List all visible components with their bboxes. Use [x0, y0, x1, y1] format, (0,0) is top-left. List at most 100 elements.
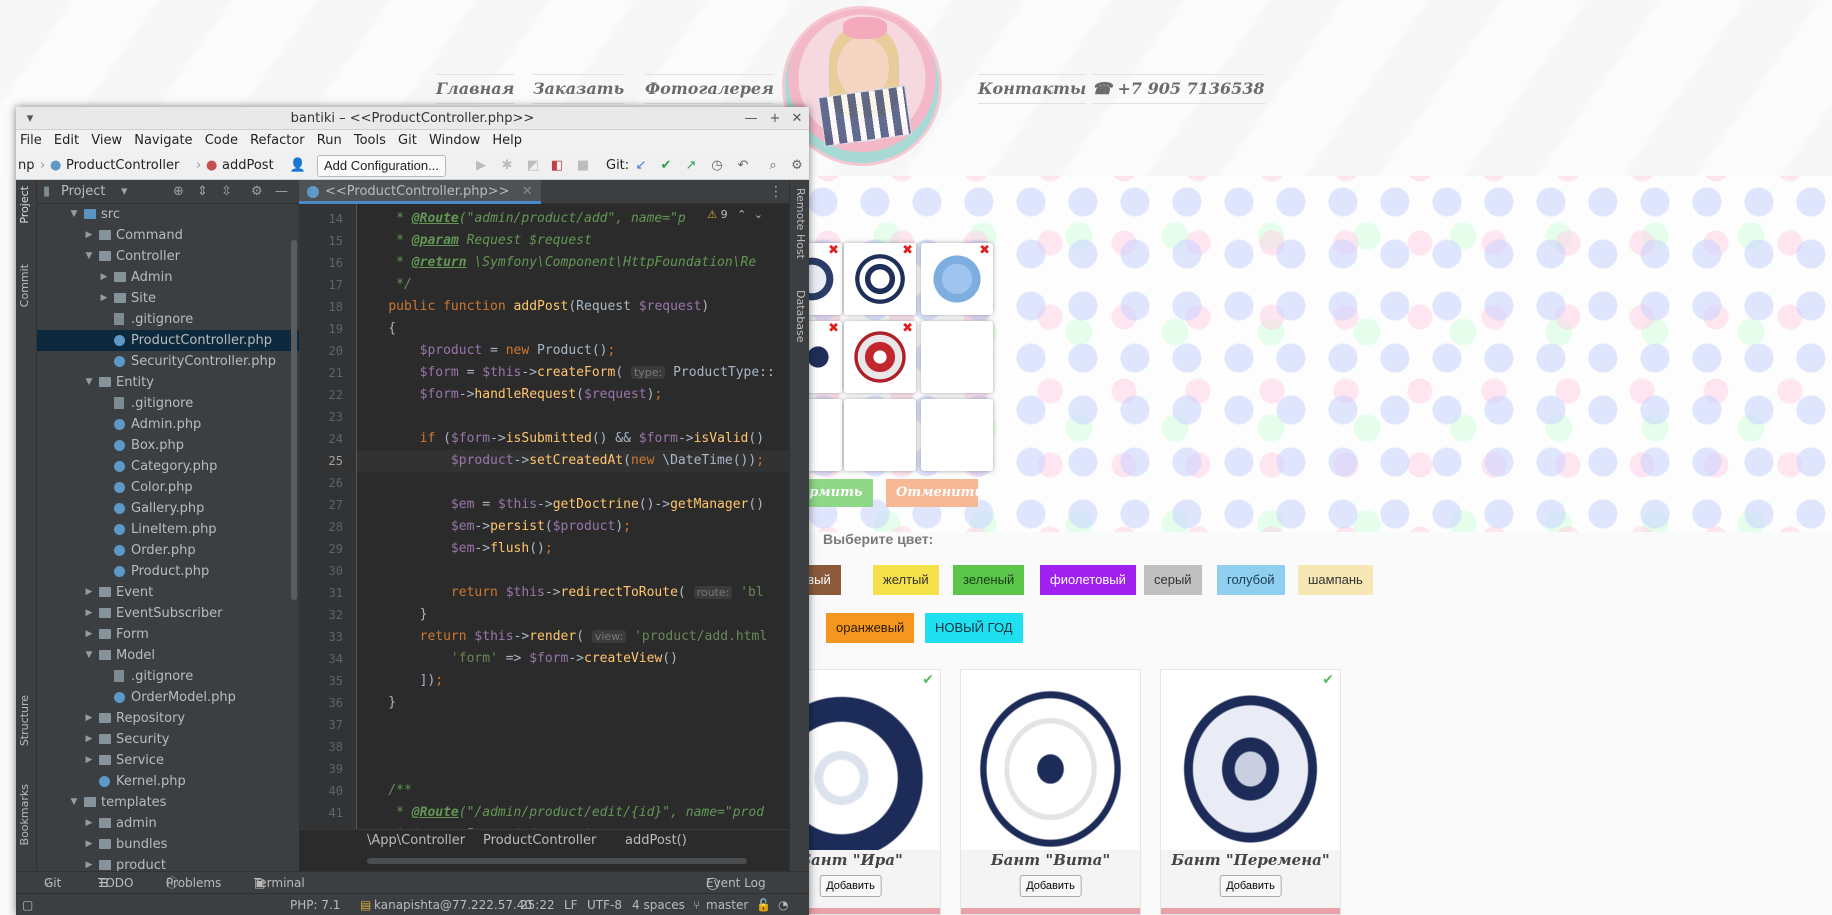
chevron-down-icon[interactable]: ▾	[121, 180, 128, 204]
color-chip-gray[interactable]: серый	[1144, 565, 1202, 595]
tree-item[interactable]: ▶ admin	[37, 813, 299, 834]
add-to-cart-button[interactable]: Добавить	[1019, 875, 1082, 897]
close-icon[interactable]: ✕	[787, 107, 807, 130]
menu-navigate[interactable]: Navigate	[130, 130, 196, 152]
window-menu-icon[interactable]: ▾	[20, 107, 40, 130]
chevron-right-icon[interactable]: ▶	[83, 603, 95, 624]
tree-scrollbar[interactable]	[291, 240, 297, 600]
tree-item[interactable]: ▶ EventSubscriber	[37, 603, 299, 624]
nav-gallery[interactable]: Фотогалерея	[645, 74, 774, 104]
status-caret-position[interactable]: 25:22	[520, 894, 555, 915]
tree-item[interactable]: Kernel.php	[37, 771, 299, 792]
tool-tab-project[interactable]: Project	[18, 186, 31, 224]
chevron-down-icon[interactable]: ▼	[68, 792, 80, 813]
chevron-right-icon[interactable]: ▶	[83, 582, 95, 603]
menu-refactor[interactable]: Refactor	[246, 130, 309, 152]
color-chip-orange[interactable]: оранжевый	[826, 613, 915, 643]
git-history-icon[interactable]: ◷	[708, 157, 726, 175]
tree-item[interactable]: ▶ bundles	[37, 834, 299, 855]
git-rollback-icon[interactable]: ↶	[734, 157, 752, 175]
menu-window[interactable]: Window	[425, 130, 484, 152]
tree-item[interactable]: Box.php	[37, 435, 299, 456]
code-line[interactable]: * @param Request $request	[357, 230, 592, 252]
code-line[interactable]: if ($form->isSubmitted() && $form->isVal…	[357, 428, 764, 450]
status-php-version[interactable]: PHP: 7.1	[290, 894, 340, 915]
code-line[interactable]: }	[357, 692, 396, 714]
more-tabs-icon[interactable]: ⋮	[769, 180, 783, 204]
upload-slot-empty[interactable]	[921, 321, 993, 393]
hide-icon[interactable]: —	[275, 180, 288, 204]
git-push-icon[interactable]: ↗	[682, 157, 700, 175]
tree-item[interactable]: .gitignore	[37, 666, 299, 687]
code-line[interactable]: public function addPost(Request $request…	[357, 296, 709, 318]
tree-item[interactable]: ▶ Site	[37, 288, 299, 309]
tree-item[interactable]: SecurityController.php	[37, 351, 299, 372]
status-indent[interactable]: 4 spaces	[632, 894, 685, 915]
tree-item[interactable]: ▶ Service	[37, 750, 299, 771]
menu-edit[interactable]: Edit	[50, 130, 83, 152]
status-remote-host[interactable]: kanapishta@77.222.57.40	[374, 894, 532, 915]
layout-icon[interactable]: ▢	[22, 894, 33, 915]
code-line[interactable]: $product = new Product();	[357, 340, 616, 362]
tree-item[interactable]: LineItem.php	[37, 519, 299, 540]
code-area[interactable]: * @Route("admin/product/add", name="p * …	[357, 204, 789, 829]
tree-item[interactable]: ▶ Security	[37, 729, 299, 750]
code-line[interactable]: */	[357, 274, 412, 296]
tool-tab-commit[interactable]: Commit	[18, 264, 31, 307]
settings-icon[interactable]: ⚙	[788, 157, 806, 175]
product-card[interactable]: Бант "Вита" Добавить	[960, 669, 1141, 915]
user-icon[interactable]: 👤	[289, 157, 307, 175]
upload-slot-empty[interactable]	[844, 399, 916, 471]
code-line[interactable]: ]);	[357, 670, 444, 692]
tree-item[interactable]: ▼ templates	[37, 792, 299, 813]
tree-item[interactable]: ▼ src	[37, 204, 299, 225]
tree-item[interactable]: OrderModel.php	[37, 687, 299, 708]
menu-file[interactable]: File	[16, 130, 46, 152]
tool-tab-remote-host[interactable]: Remote Host	[794, 188, 807, 259]
upload-thumb[interactable]: ✖	[844, 243, 916, 315]
maximize-icon[interactable]: +	[765, 107, 785, 130]
window-titlebar[interactable]: ▾ bantiki – <<ProductController.php>> — …	[16, 107, 809, 130]
nav-crumb-partial[interactable]: np	[18, 157, 35, 175]
code-line[interactable]: {	[357, 318, 396, 340]
code-line[interactable]: $em->flush();	[357, 538, 553, 560]
code-line[interactable]: return $this->redirectToRoute( route: 'b…	[357, 582, 764, 604]
chevron-right-icon[interactable]: ▶	[98, 288, 110, 309]
add-to-cart-button[interactable]: Добавить	[819, 875, 882, 897]
tree-item[interactable]: ▶ Command	[37, 225, 299, 246]
tree-item[interactable]: ▶ Admin	[37, 267, 299, 288]
menu-git[interactable]: Git	[394, 130, 421, 152]
menu-code[interactable]: Code	[201, 130, 242, 152]
code-editor[interactable]: <<ProductController.php>> ✕ ⋮ 14 15 16 17 18…	[299, 180, 789, 871]
breadcrumb-class[interactable]: ProductController	[483, 830, 596, 852]
code-line[interactable]: * @Route("admin/product/add", name="p	[357, 208, 686, 230]
tree-item[interactable]: Order.php	[37, 540, 299, 561]
lock-icon[interactable]: 🔓	[756, 894, 771, 915]
color-chip-lightblue[interactable]: голубой	[1217, 565, 1285, 595]
debug-icon[interactable]: ✱	[498, 157, 516, 175]
inspection-widget[interactable]: ⚠ 9 ⌃ ⌄	[703, 204, 767, 226]
chevron-down-icon[interactable]: ⌄	[754, 208, 763, 221]
add-configuration-button[interactable]: Add Configuration...	[317, 155, 446, 177]
chevron-right-icon[interactable]: ▶	[83, 708, 95, 729]
code-line[interactable]: return $this->render( view: 'product/add…	[357, 626, 768, 648]
tree-item[interactable]: Color.php	[37, 477, 299, 498]
code-line[interactable]: 'form' => $form->createView()	[357, 648, 678, 670]
code-line[interactable]: $form = $this->createForm( type: Product…	[357, 362, 775, 384]
ide-window[interactable]: ▾ bantiki – <<ProductController.php>> — …	[16, 107, 809, 915]
nav-order[interactable]: Заказать	[533, 74, 625, 104]
remove-icon[interactable]: ✖	[828, 322, 839, 335]
breadcrumb-method[interactable]: addPost()	[625, 830, 687, 852]
chevron-right-icon[interactable]: ▶	[83, 855, 95, 871]
upload-thumb[interactable]: ✖	[921, 243, 993, 315]
tree-item[interactable]: ▶ product	[37, 855, 299, 871]
locate-icon[interactable]: ⊕	[173, 180, 184, 204]
tree-item[interactable]: ▶ Event	[37, 582, 299, 603]
search-icon[interactable]: ⌕	[764, 157, 782, 175]
tree-item[interactable]: Admin.php	[37, 414, 299, 435]
memory-indicator-icon[interactable]: ◔	[778, 894, 788, 915]
chevron-right-icon[interactable]: ▶	[83, 225, 95, 246]
remove-icon[interactable]: ✖	[828, 244, 839, 257]
nav-home[interactable]: Главная	[436, 74, 515, 104]
chevron-down-icon[interactable]: ▼	[83, 372, 95, 393]
